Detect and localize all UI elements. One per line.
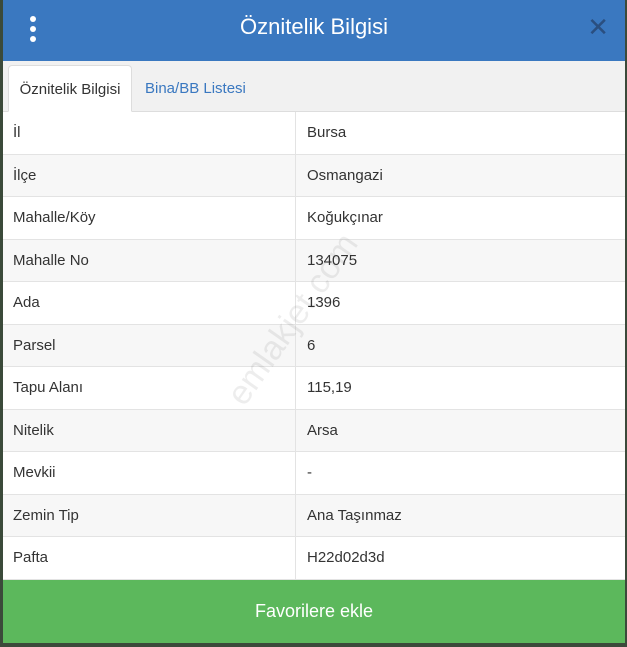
row-key: Mevkii (3, 452, 296, 494)
row-key: Pafta (3, 537, 296, 579)
row-value: Bursa (307, 124, 347, 141)
tab-bar: Öznitelik Bilgisi Bina/BB Listesi (3, 61, 625, 112)
panel-title: Öznitelik Bilgisi (240, 14, 388, 39)
row-value: 115,19 (307, 379, 352, 396)
row-key: Mahalle/Köy (3, 197, 296, 239)
table-row: İl Bursa (3, 112, 625, 155)
tab-attribute-info[interactable]: Öznitelik Bilgisi (8, 65, 132, 112)
row-value: Ana Taşınmaz (307, 506, 402, 524)
row-key: Nitelik (3, 409, 296, 451)
panel-header: Öznitelik Bilgisi ✕ (3, 0, 625, 61)
table-row: Mevkii - (3, 452, 625, 495)
row-key: Zemin Tip (3, 494, 296, 536)
row-key: İlçe (3, 154, 296, 196)
row-value: 1396 (307, 294, 341, 311)
row-key: İl (3, 112, 296, 154)
row-value: Osmangazi (307, 166, 383, 184)
close-icon[interactable]: ✕ (587, 14, 609, 40)
table-row: Mahalle/Köy Koğukçınar (3, 197, 625, 240)
attribute-info-panel: Öznitelik Bilgisi ✕ Öznitelik Bilgisi Bi… (3, 0, 625, 643)
row-value: H22d02d3d (307, 549, 385, 566)
row-value: - (307, 464, 312, 481)
row-value: Arsa (307, 421, 338, 439)
table-row: İlçe Osmangazi (3, 154, 625, 197)
add-to-favorites-button[interactable]: Favorilere ekle (3, 580, 625, 643)
row-value: 134075 (307, 251, 358, 269)
table-row: Zemin Tip Ana Taşınmaz (3, 494, 625, 537)
row-key: Ada (3, 282, 296, 324)
table-row: Ada 1396 (3, 282, 625, 325)
table-row: Pafta H22d02d3d (3, 537, 625, 580)
table-row: Mahalle No 134075 (3, 239, 625, 282)
table-row: Tapu Alanı 115,19 (3, 367, 625, 410)
row-value: Koğukçınar (307, 209, 383, 226)
row-key: Tapu Alanı (3, 367, 296, 409)
row-value: 6 (307, 336, 316, 354)
row-key: Mahalle No (3, 239, 296, 281)
table-row: Nitelik Arsa (3, 409, 625, 452)
row-key: Parsel (3, 324, 296, 366)
attribute-table: İl Bursa İlçe Osmangazi Mahalle/Köy Koğukçı… (3, 112, 625, 580)
tab-building-list[interactable]: Bina/BB Listesi (135, 65, 256, 112)
table-row: Parsel 6 (3, 324, 625, 367)
